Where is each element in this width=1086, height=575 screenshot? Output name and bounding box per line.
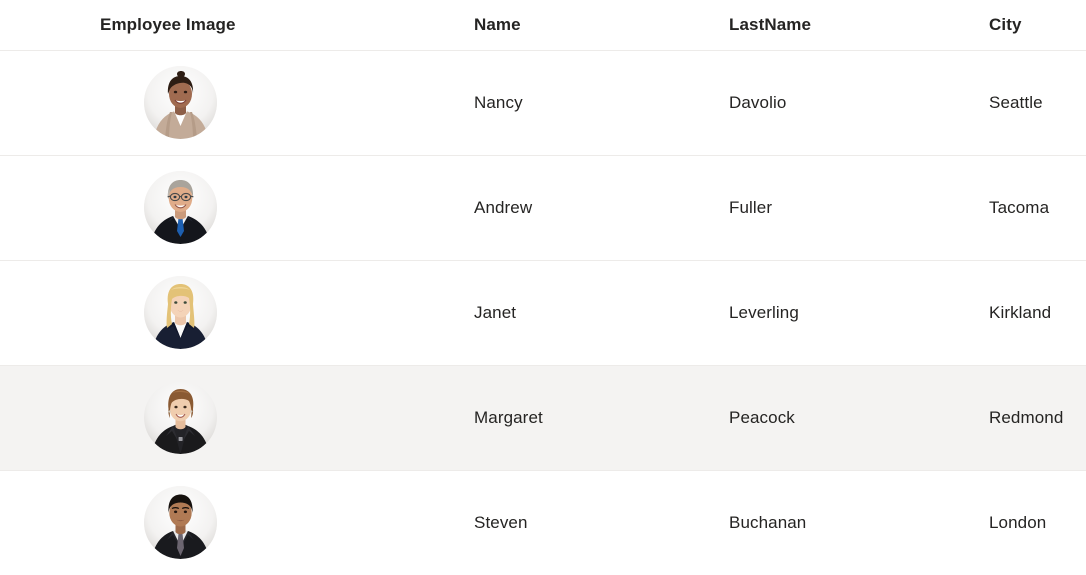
employee-lastname: Davolio — [715, 50, 972, 156]
table-row[interactable]: Andrew Fuller Tacoma — [0, 155, 1086, 261]
employee-city: Kirkland — [972, 260, 1086, 366]
employee-grid: Employee Image Name LastName City Nancy … — [0, 0, 1086, 575]
employee-city: Redmond — [972, 365, 1086, 471]
grid-header: Employee Image Name LastName City — [0, 0, 1086, 51]
employee-photo-nancy-davolio-icon — [144, 66, 217, 139]
employee-photo-janet-leverling-icon — [144, 276, 217, 349]
employee-lastname: Fuller — [715, 155, 972, 261]
employee-lastname: Leverling — [715, 260, 972, 366]
column-header-name[interactable]: Name — [460, 0, 715, 51]
table-row[interactable]: Steven Buchanan London — [0, 470, 1086, 575]
employee-name: Margaret — [460, 365, 715, 471]
table-row[interactable]: Margaret Peacock Redmond — [0, 365, 1086, 471]
column-header-city[interactable]: City — [972, 0, 1086, 51]
employee-city: Seattle — [972, 50, 1086, 156]
employee-photo-andrew-fuller-icon — [144, 171, 217, 244]
grid-body: Nancy Davolio Seattle Andrew Fuller Taco… — [0, 50, 1086, 575]
employee-photo-margaret-peacock-icon — [144, 381, 217, 454]
employee-city: Tacoma — [972, 155, 1086, 261]
employee-image-cell — [0, 365, 460, 471]
employee-name: Steven — [474, 512, 528, 532]
employee-image-cell — [0, 260, 460, 366]
employee-name: Nancy — [460, 50, 715, 156]
column-header-lastname[interactable]: LastName — [715, 0, 972, 51]
employee-name: Janet — [460, 260, 715, 366]
employee-image-cell — [0, 155, 460, 261]
employee-name: Andrew — [460, 155, 715, 261]
employee-city: London — [989, 512, 1047, 532]
table-row[interactable]: Janet Leverling Kirkland — [0, 260, 1086, 366]
column-header-employee-image[interactable]: Employee Image — [0, 0, 460, 51]
employee-lastname: Peacock — [715, 365, 972, 471]
employee-photo-steven-buchanan-icon — [144, 486, 217, 560]
employee-image-cell — [0, 50, 460, 156]
employee-lastname: Buchanan — [729, 512, 807, 532]
table-row[interactable]: Nancy Davolio Seattle — [0, 50, 1086, 156]
employee-image-cell — [0, 470, 460, 575]
grid-header-row: Employee Image Name LastName City — [0, 0, 1086, 51]
